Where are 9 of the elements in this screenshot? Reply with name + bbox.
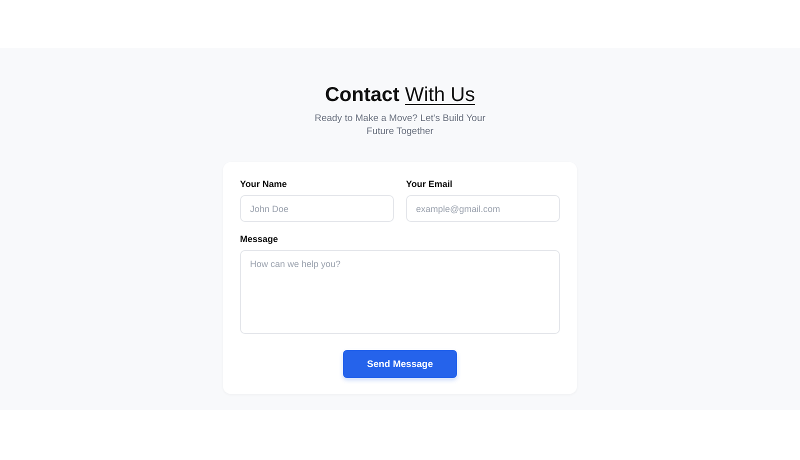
field-label: Your Email [406,179,454,189]
subtitle: Ready to Make a Move? Let's Build Your Future Together [314,112,486,138]
input-field[interactable]: John Doe [240,195,394,222]
section-title: Contact With Us [324,83,475,108]
field-label: Message [240,234,280,244]
send-button[interactable]: Send Message [343,350,457,378]
input-field[interactable]: example@gmail.com [406,195,560,222]
message-field[interactable]: How can we help you? [240,250,560,334]
field-label: Your Name [240,179,288,189]
